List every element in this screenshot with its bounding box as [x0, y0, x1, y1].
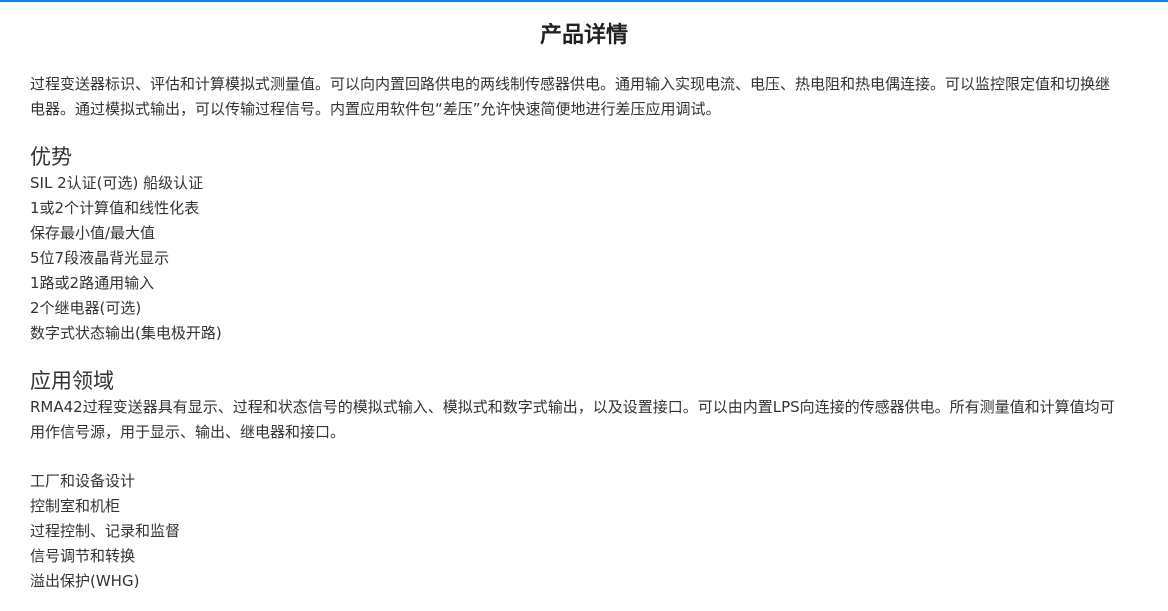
list-item: 溢出保护(WHG)	[30, 572, 140, 590]
list-item: 5位7段液晶背光显示	[30, 249, 170, 267]
list-item: 保存最小值/最大值	[30, 224, 156, 242]
product-details-content: 过程变送器标识、评估和计算模拟式测量值。可以向内置回路供电的两线制传感器供电。通…	[30, 72, 1120, 594]
list-item: 1或2个计算值和线性化表	[30, 199, 200, 217]
applications-heading: 应用领域	[30, 369, 114, 393]
applications-list: 工厂和设备设计 控制室和机柜 过程控制、记录和监督 信号调节和转换 溢出保护(W…	[30, 469, 1120, 594]
list-item: 控制室和机柜	[30, 497, 121, 515]
list-item: 过程控制、记录和监督	[30, 522, 181, 540]
list-item: 工厂和设备设计	[30, 472, 136, 490]
advantages-list: SIL 2认证(可选) 船级认证 1或2个计算值和线性化表 保存最小值/最大值 …	[30, 171, 1120, 346]
intro-paragraph: 过程变送器标识、评估和计算模拟式测量值。可以向内置回路供电的两线制传感器供电。通…	[30, 75, 1111, 118]
list-item: 2个继电器(可选)	[30, 299, 142, 317]
list-item: SIL 2认证(可选) 船级认证	[30, 174, 204, 192]
page-title: 产品详情	[539, 22, 628, 48]
list-item: 数字式状态输出(集电极开路)	[30, 324, 222, 342]
applications-description: RMA42过程变送器具有显示、过程和状态信号的模拟式输入、模拟式和数字式输出，以…	[30, 398, 1115, 441]
top-accent-bar	[0, 0, 1168, 2]
list-item: 1路或2路通用输入	[30, 274, 155, 292]
list-item: 信号调节和转换	[30, 547, 136, 565]
advantages-heading: 优势	[30, 145, 72, 169]
